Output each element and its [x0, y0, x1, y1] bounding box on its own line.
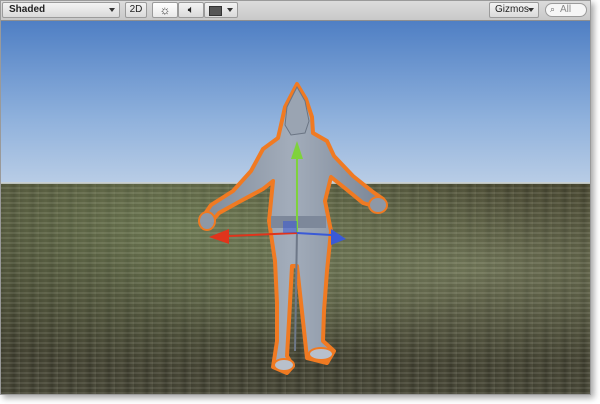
scene-view-window: Shaded 2D ☼ 🔈︎ Gizmos ⌕ All: [0, 0, 591, 395]
gizmos-label: Gizmos: [495, 4, 529, 15]
scene-effects-dropdown[interactable]: [204, 2, 238, 18]
gizmo-plane-handle[interactable]: [283, 221, 297, 233]
draw-mode-label: Shaded: [9, 4, 46, 15]
sun-icon: ☼: [159, 3, 171, 17]
search-field[interactable]: ⌕ All: [545, 3, 587, 17]
left-hand: [198, 211, 216, 231]
left-foot: [273, 358, 295, 372]
scene-audio-button[interactable]: 🔈︎: [178, 2, 204, 18]
scene-toolbar: Shaded 2D ☼ 🔈︎ Gizmos ⌕ All: [1, 1, 590, 21]
chevron-down-icon: [227, 8, 233, 12]
right-foot: [308, 347, 334, 361]
scene-viewport[interactable]: [1, 21, 590, 394]
toggle-2d-button[interactable]: 2D: [125, 2, 147, 18]
scene-lighting-button[interactable]: ☼: [152, 2, 178, 18]
chevron-down-icon: [109, 8, 115, 12]
right-hand: [368, 196, 388, 214]
image-icon: [209, 6, 222, 16]
gizmo-x-arrow[interactable]: [209, 229, 229, 244]
draw-mode-dropdown[interactable]: Shaded: [2, 2, 120, 18]
search-icon: ⌕: [550, 4, 556, 14]
toggle-2d-label: 2D: [129, 4, 143, 15]
scene-objects: [198, 82, 388, 375]
search-placeholder: All: [560, 4, 572, 15]
chevron-down-icon: [528, 8, 534, 12]
speaker-icon: 🔈︎: [187, 4, 195, 16]
gizmos-dropdown[interactable]: Gizmos: [489, 2, 539, 18]
gizmo-z-arrow[interactable]: [331, 229, 346, 245]
character-belt: [271, 216, 326, 228]
